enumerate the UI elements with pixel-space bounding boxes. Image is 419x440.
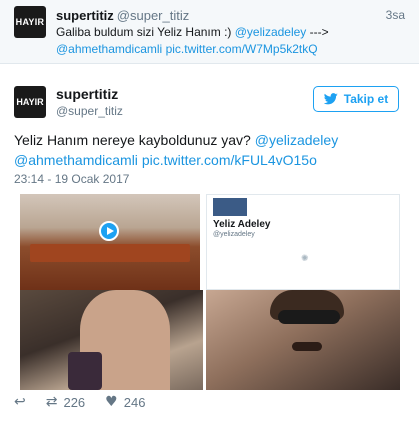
follow-label: Takip et	[343, 92, 389, 106]
mention-link[interactable]: @ahmethamdicamli	[56, 42, 162, 56]
tweet-actions: ↩ ⇄ 226 ♥ 246	[14, 394, 145, 410]
tweet-time[interactable]: 3sa	[386, 8, 405, 22]
parliament-desk	[30, 244, 190, 262]
media-link[interactable]: pic.twitter.com/W7Mp5k2tkQ	[166, 42, 318, 56]
tie	[68, 352, 102, 390]
retweet-count: 226	[63, 394, 86, 410]
play-icon[interactable]	[99, 221, 119, 241]
mention-link[interactable]: @yelizadeley	[255, 132, 338, 148]
tweet-text-plain: Galiba buldum sizi Yeliz Hanım :)	[56, 25, 235, 39]
tweet-text: Yeliz Hanım nereye kayboldunuz yav? @yel…	[14, 130, 404, 170]
loading-spinner-icon: ✺	[301, 253, 309, 263]
like-count: 246	[123, 394, 146, 410]
mention-link[interactable]: @yelizadeley	[235, 25, 307, 39]
selfie-photo[interactable]	[20, 290, 203, 390]
tweet-text-arrow: --->	[306, 25, 329, 39]
tweet-text: Galiba buldum sizi Yeliz Hanım :) @yeliz…	[56, 24, 406, 58]
author-name[interactable]: supertitiz	[56, 86, 118, 102]
main-tweet: HAYIR supertitiz @super_titiz Takip et Y…	[0, 66, 419, 440]
profile-card-image[interactable]: Yeliz Adeley @yelizadeley ✺	[206, 194, 400, 290]
media-grid: Yeliz Adeley @yelizadeley ✺	[20, 194, 400, 422]
heart-icon[interactable]: ♥	[105, 394, 118, 410]
avatar[interactable]: HAYIR	[14, 6, 46, 38]
tweet-text-plain: Yeliz Hanım nereye kayboldunuz yav?	[14, 132, 255, 148]
tweet-header: supertitiz @super_titiz	[56, 8, 189, 23]
previous-tweet[interactable]: HAYIR supertitiz @super_titiz 3sa Galiba …	[0, 0, 419, 64]
author-name[interactable]: supertitiz	[56, 8, 114, 23]
media-link[interactable]: pic.twitter.com/kFUL4vO15o	[142, 152, 317, 168]
card-profile-name: Yeliz Adeley	[213, 219, 271, 230]
sunglasses	[278, 310, 340, 324]
video-thumbnail[interactable]	[20, 194, 200, 290]
like-action[interactable]: ♥ 246	[105, 394, 145, 410]
portrait-photo[interactable]	[206, 290, 400, 390]
profile-banner	[213, 198, 247, 216]
twitter-bird-icon	[323, 93, 338, 105]
mustache	[292, 342, 322, 351]
reply-action[interactable]: ↩	[14, 394, 26, 410]
reply-icon[interactable]: ↩	[14, 394, 26, 410]
mention-link[interactable]: @ahmethamdicamli	[14, 152, 138, 168]
author-handle[interactable]: @super_titiz	[56, 104, 123, 118]
retweet-action[interactable]: ⇄ 226	[46, 394, 85, 410]
tweet-timestamp[interactable]: 23:14 - 19 Ocak 2017	[14, 172, 129, 186]
retweet-icon[interactable]: ⇄	[46, 394, 58, 410]
author-handle[interactable]: @super_titiz	[117, 8, 189, 23]
avatar[interactable]: HAYIR	[14, 86, 46, 118]
follow-button[interactable]: Takip et	[313, 86, 399, 112]
card-profile-handle: @yelizadeley	[213, 231, 255, 238]
